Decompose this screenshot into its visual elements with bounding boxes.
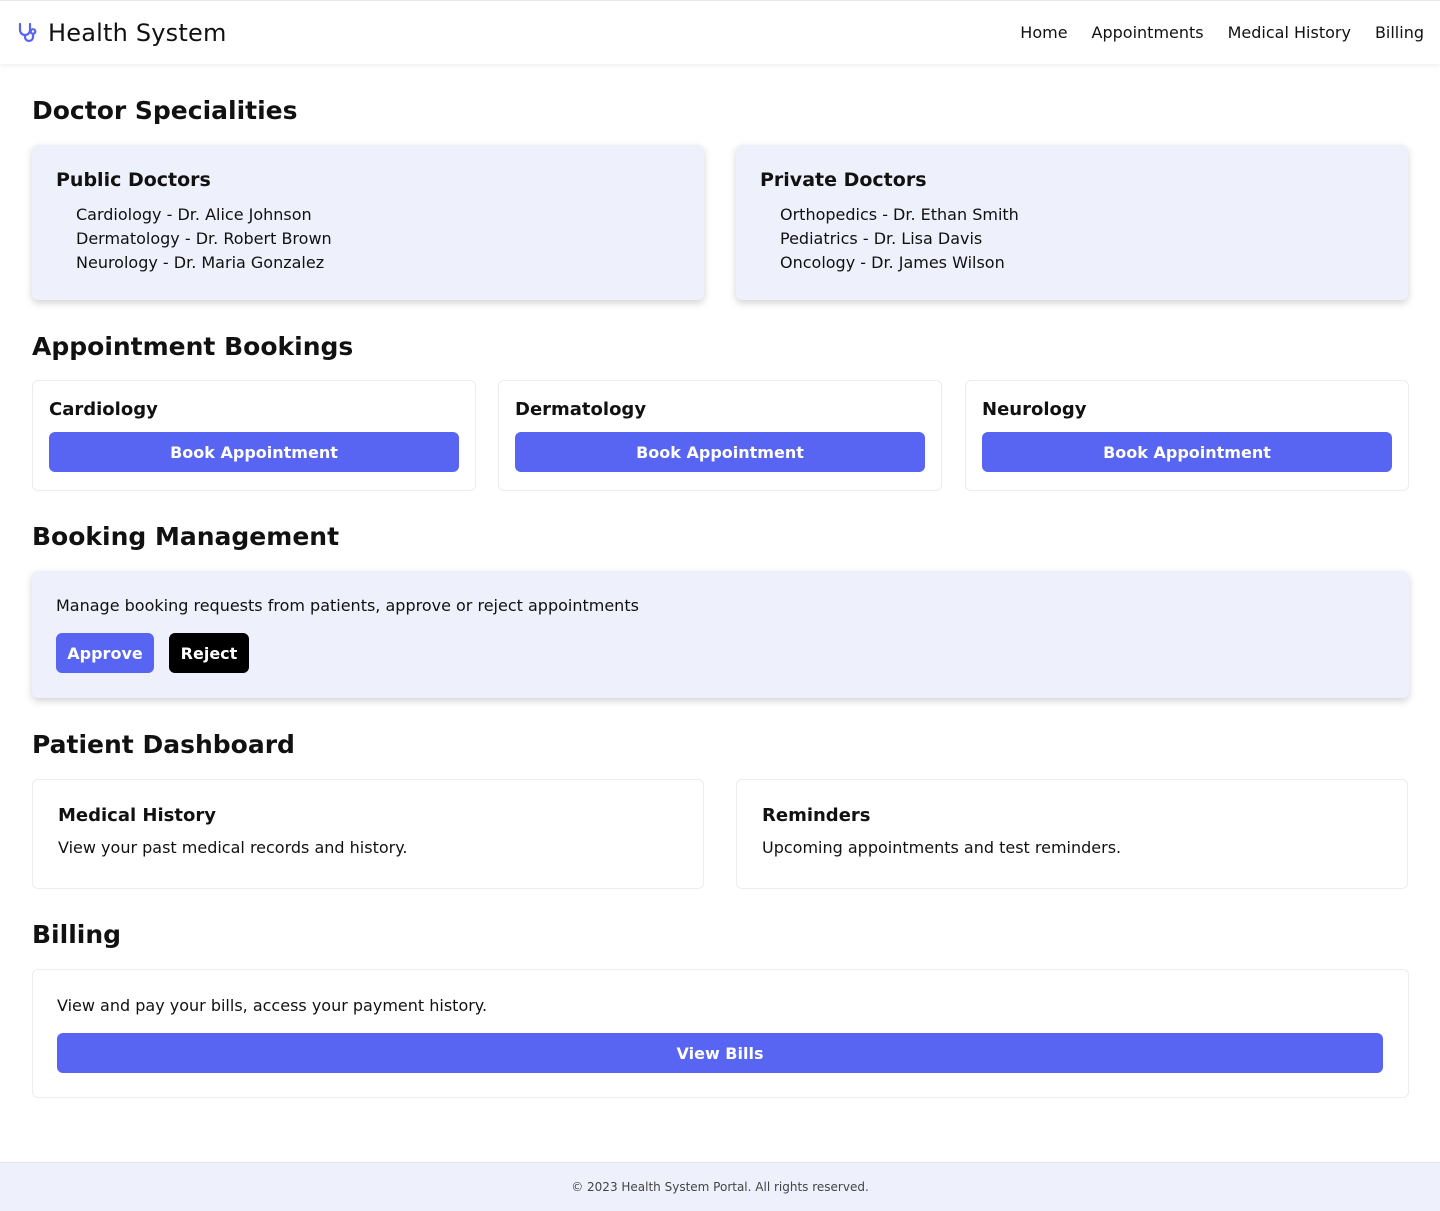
booking-card-cardiology: Cardiology Book Appointment: [32, 380, 476, 491]
booking-card-neurology: Neurology Book Appointment: [965, 380, 1409, 491]
dashboard-title: Patient Dashboard: [32, 730, 295, 759]
reminders-text: Upcoming appointments and test reminders…: [762, 838, 1122, 857]
list-item: Dermatology - Dr. Robert Brown: [76, 229, 332, 248]
footer: © 2023 Health System Portal. All rights …: [0, 1162, 1440, 1211]
footer-copyright: © 2023 Health System Portal. All rights …: [571, 1180, 869, 1194]
public-doctors-heading: Public Doctors: [56, 169, 211, 191]
list-item: Pediatrics - Dr. Lisa Davis: [780, 229, 983, 248]
specialities-title: Doctor Specialities: [32, 96, 298, 125]
main-nav: Home Appointments Medical History Billin…: [1020, 23, 1424, 42]
reminders-card[interactable]: Reminders Upcoming appointments and test…: [736, 779, 1408, 889]
medical-history-text: View your past medical records and histo…: [58, 838, 408, 857]
list-item: Neurology - Dr. Maria Gonzalez: [76, 253, 325, 272]
nav-billing[interactable]: Billing: [1375, 23, 1424, 42]
management-description: Manage booking requests from patients, a…: [56, 596, 639, 615]
private-doctors-heading: Private Doctors: [760, 169, 927, 191]
booking-card-dermatology: Dermatology Book Appointment: [498, 380, 942, 491]
list-item: Cardiology - Dr. Alice Johnson: [76, 205, 312, 224]
booking-card-title: Dermatology: [515, 399, 647, 420]
medical-history-heading: Medical History: [58, 805, 216, 826]
top-navbar: Health System Home Appointments Medical …: [0, 0, 1440, 64]
billing-title: Billing: [32, 920, 122, 949]
private-doctors-card: Private Doctors Orthopedics - Dr. Ethan …: [736, 145, 1408, 300]
booking-management-card: Manage booking requests from patients, a…: [32, 571, 1409, 698]
bookings-title: Appointment Bookings: [32, 332, 354, 361]
stethoscope-icon: [16, 21, 40, 45]
view-bills-button[interactable]: View Bills: [57, 1033, 1383, 1073]
billing-description: View and pay your bills, access your pay…: [57, 996, 488, 1015]
booking-card-title: Cardiology: [49, 399, 158, 420]
booking-card-title: Neurology: [982, 399, 1087, 420]
private-doctors-list: Orthopedics - Dr. Ethan Smith Pediatrics…: [760, 203, 1384, 275]
list-item: Orthopedics - Dr. Ethan Smith: [780, 205, 1019, 224]
management-title: Booking Management: [32, 522, 340, 551]
list-item: Oncology - Dr. James Wilson: [780, 253, 1005, 272]
reminders-heading: Reminders: [762, 805, 871, 826]
brand-title: Health System: [48, 18, 227, 47]
approve-button[interactable]: Approve: [56, 633, 154, 673]
nav-home[interactable]: Home: [1020, 23, 1067, 42]
billing-card: View and pay your bills, access your pay…: [32, 969, 1409, 1098]
nav-medical-history[interactable]: Medical History: [1228, 23, 1351, 42]
brand[interactable]: Health System: [16, 19, 227, 47]
public-doctors-card: Public Doctors Cardiology - Dr. Alice Jo…: [32, 145, 704, 300]
book-appointment-button[interactable]: Book Appointment: [515, 432, 925, 472]
reject-button[interactable]: Reject: [169, 633, 249, 673]
book-appointment-button[interactable]: Book Appointment: [49, 432, 459, 472]
public-doctors-list: Cardiology - Dr. Alice Johnson Dermatolo…: [56, 203, 680, 275]
management-actions: Approve Reject: [56, 633, 1385, 673]
nav-appointments[interactable]: Appointments: [1092, 23, 1204, 42]
book-appointment-button[interactable]: Book Appointment: [982, 432, 1392, 472]
medical-history-card[interactable]: Medical History View your past medical r…: [32, 779, 704, 889]
